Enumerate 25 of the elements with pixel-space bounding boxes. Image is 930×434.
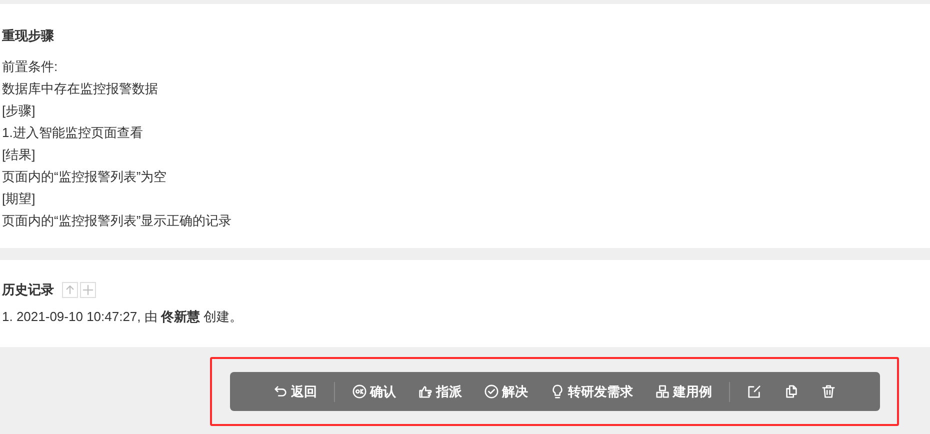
check-circle-icon [484,384,499,399]
action-button[interactable]: 返回 [262,376,328,406]
copy-icon [784,384,799,399]
step-text: 前置条件: [2,58,59,76]
step-text: [结果] [2,146,36,164]
step-text: 页面内的“监控报警列表”为空 [2,168,168,186]
action-button[interactable]: 指派 [407,376,473,406]
grid-icon [655,384,670,399]
action-button[interactable]: 解决 [473,376,539,406]
step-text: [步骤] [2,102,36,120]
step-text: 页面内的“监控报警列表”显示正确的记录 [2,212,233,230]
history-entry: 1. 2021-09-10 10:47:27, 由 佟新慧 创建。 [2,308,244,326]
ok-circle-icon [352,384,367,399]
undo-icon [273,384,288,399]
section-title: 历史记录 [2,281,54,299]
lightbulb-icon [550,384,565,399]
step-text: 数据库中存在监控报警数据 [2,80,159,98]
section-title: 重现步骤 [2,27,55,45]
step-text: 1.进入智能监控页面查看 [2,124,144,142]
action-button[interactable]: 建用例 [644,376,723,406]
trash-icon [821,384,836,399]
step-text: [期望] [2,190,36,208]
action-button[interactable]: 转研发需求 [539,376,644,406]
action-button[interactable]: 确认 [341,376,407,406]
edit-icon [747,384,762,399]
